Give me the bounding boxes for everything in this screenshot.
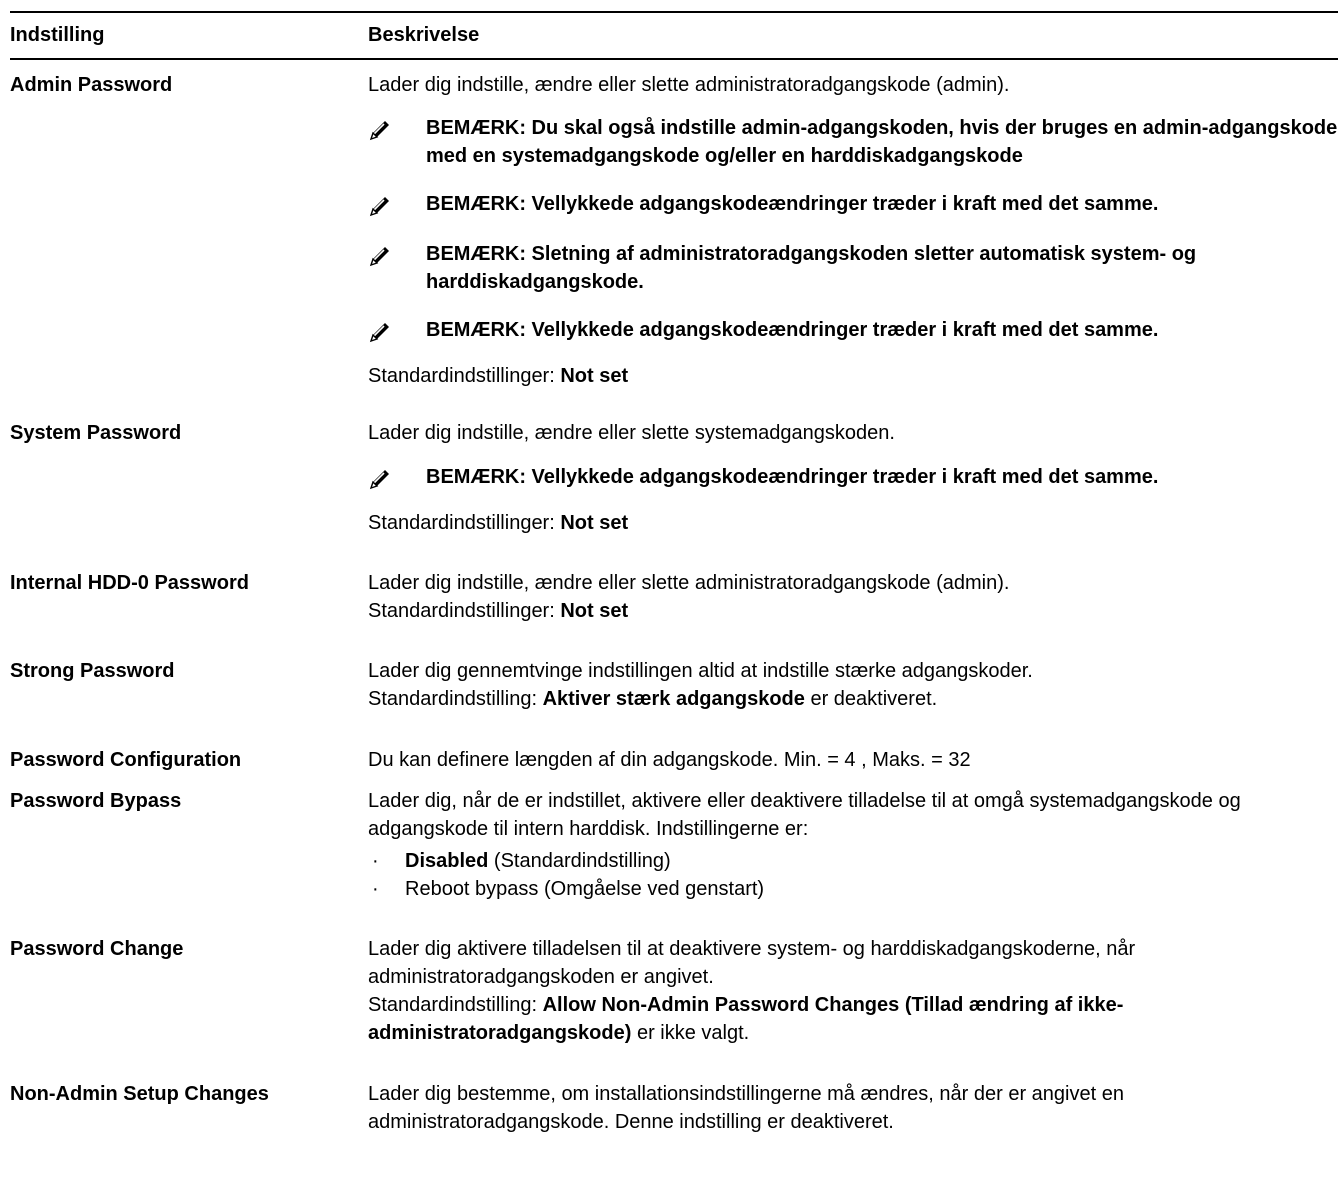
default-line: Standardindstillinger: Not set [368, 362, 1338, 390]
note-text: BEMÆRK: Vellykkede adgangskodeændringer … [426, 193, 1159, 215]
note: BEMÆRK: Vellykkede adgangskodeændringer … [368, 316, 1338, 344]
default-suffix: er deaktiveret. [804, 688, 938, 710]
default-value: Not set [560, 365, 629, 387]
table-row: Admin Password Lader dig indstille, ændr… [10, 59, 1338, 390]
options-list: Disabled (Standardindstilling) Reboot by… [368, 847, 1330, 903]
table-row: Non-Admin Setup Changes Lader dig bestem… [10, 1047, 1338, 1136]
default-label: Standardindstillinger: [368, 365, 561, 387]
option-note: (Standardindstilling) [488, 850, 671, 872]
setting-description: Lader dig indstille, ændre eller slette … [368, 537, 1338, 625]
note-text: BEMÆRK: Vellykkede adgangskodeændringer … [426, 319, 1159, 341]
note: BEMÆRK: Vellykkede adgangskodeændringer … [368, 463, 1338, 491]
description-text: Lader dig, når de er indstillet, aktiver… [368, 790, 1241, 840]
note: BEMÆRK: Sletning af administratoradgangs… [368, 240, 1338, 296]
note: BEMÆRK: Vellykkede adgangskodeændringer … [368, 190, 1338, 218]
default-label: Standardindstilling: [368, 688, 543, 710]
setting-name: Password Bypass [10, 790, 182, 812]
setting-name: System Password [10, 422, 182, 444]
default-value: Aktiver stærk adgangskode [542, 688, 805, 710]
setting-description: Lader dig indstille, ændre eller slette … [368, 59, 1338, 390]
default-line: Standardindstillinger: Not set [368, 509, 1338, 537]
setting-description: Lader dig indstille, ændre eller slette … [368, 390, 1338, 537]
description-text: Lader dig indstille, ændre eller slette … [368, 572, 1010, 594]
default-label: Standardindstillinger: [368, 600, 561, 622]
setting-name: Strong Password [10, 660, 175, 682]
setting-description: Du kan definere længden af din adgangsko… [368, 713, 1338, 774]
table-header-row: Indstilling Beskrivelse [10, 11, 1338, 60]
pencil-note-icon [369, 470, 389, 490]
table-row: Password Configuration Du kan definere l… [10, 713, 1338, 774]
table-row: Password Bypass Lader dig, når de er ind… [10, 774, 1338, 903]
setting-description: Lader dig bestemme, om installationsinds… [368, 1047, 1338, 1136]
default-line: Standardindstillinger: Not set [368, 597, 1338, 625]
pencil-note-icon [369, 247, 389, 267]
settings-table: Indstilling Beskrivelse Admin Password L… [10, 11, 1338, 1136]
setting-description: Lader dig gennemtvinge indstillingen alt… [368, 625, 1338, 713]
note-text: BEMÆRK: Vellykkede adgangskodeændringer … [426, 466, 1159, 488]
document-page: Indstilling Beskrivelse Admin Password L… [0, 0, 1338, 1186]
description-text: Du kan definere længden af din adgangsko… [368, 749, 971, 771]
default-label: Standardindstilling: [368, 994, 543, 1016]
table-row: Strong Password Lader dig gennemtvinge i… [10, 625, 1338, 713]
header-setting: Indstilling [10, 11, 368, 60]
pencil-note-icon [369, 197, 389, 217]
setting-description: Lader dig aktivere tilladelsen til at de… [368, 903, 1338, 1047]
table-row: Internal HDD-0 Password Lader dig indsti… [10, 537, 1338, 625]
setting-name: Non-Admin Setup Changes [10, 1083, 269, 1105]
default-line: Standardindstilling: Allow Non-Admin Pas… [368, 991, 1248, 1047]
list-item: Reboot bypass (Omgåelse ved genstart) [368, 875, 1330, 903]
description-text: Lader dig bestemme, om installationsinds… [368, 1083, 1124, 1133]
table-row: Password Change Lader dig aktivere tilla… [10, 903, 1338, 1047]
description-text: Lader dig indstille, ændre eller slette … [368, 74, 1010, 96]
setting-name: Internal HDD-0 Password [10, 572, 249, 594]
list-item: Disabled (Standardindstilling) [368, 847, 1330, 875]
header-description: Beskrivelse [368, 11, 1338, 60]
default-line: Standardindstilling: Aktiver stærk adgan… [368, 685, 1338, 713]
default-value: Not set [560, 512, 629, 534]
description-text: Lader dig indstille, ændre eller slette … [368, 422, 895, 444]
table-row: System Password Lader dig indstille, ænd… [10, 390, 1338, 537]
pencil-note-icon [369, 121, 389, 141]
description-text: Lader dig aktivere tilladelsen til at de… [368, 938, 1136, 988]
setting-description: Lader dig, når de er indstillet, aktiver… [368, 774, 1338, 903]
setting-name: Password Configuration [10, 749, 242, 771]
default-suffix: er ikke valgt. [631, 1022, 750, 1044]
setting-name: Admin Password [10, 74, 173, 96]
default-label: Standardindstillinger: [368, 512, 561, 534]
note-text: BEMÆRK: Sletning af administratoradgangs… [426, 243, 1197, 293]
note-text: BEMÆRK: Du skal også indstille admin-adg… [426, 117, 1338, 167]
option-value: Disabled [405, 850, 489, 872]
pencil-note-icon [369, 323, 389, 343]
description-text: Lader dig gennemtvinge indstillingen alt… [368, 660, 1033, 682]
default-value: Not set [560, 600, 629, 622]
setting-name: Password Change [10, 938, 184, 960]
note: BEMÆRK: Du skal også indstille admin-adg… [368, 114, 1338, 170]
